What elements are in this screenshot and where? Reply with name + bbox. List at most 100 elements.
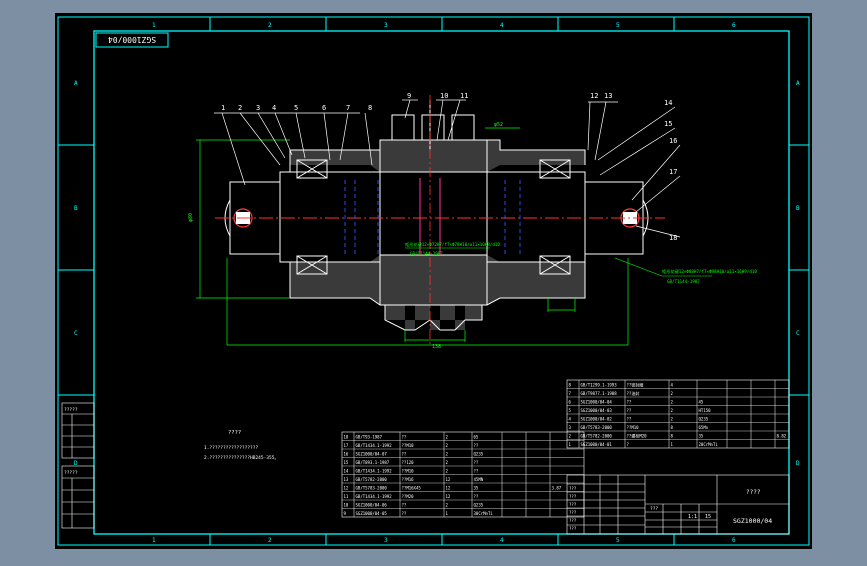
part-callout: 4 [272, 104, 276, 112]
cad-viewport[interactable]: 123456 123456 ABCD ABCD SGZ1000/04 φ80 1… [0, 0, 867, 562]
bom-cell-mat: Q235 [474, 503, 484, 508]
part-callout: 12 [590, 92, 598, 100]
zone-row-right-label: B [796, 205, 800, 212]
zone-col-bottom-label: 5 [616, 537, 620, 544]
zone-row-left-label: B [74, 205, 78, 212]
zone-col-top-label: 5 [616, 22, 620, 29]
part-callout: 6 [322, 104, 326, 112]
bom-cell-desc: ?? [402, 503, 407, 508]
bom-cell-code: 13 [344, 477, 349, 482]
bom-cell-name: SGZ1000/04-03 [581, 408, 613, 413]
bom-cell-mat: 45MN [474, 477, 484, 482]
zone-row-right-label: C [796, 330, 800, 337]
zone-col-top-label: 1 [152, 22, 156, 29]
bom-cell-note: 8.82 [777, 434, 787, 439]
bom-cell-code: 15 [344, 460, 349, 465]
title-block-row: ??? [569, 518, 577, 523]
title-block-weight: 15 [705, 514, 711, 520]
bom-cell-mat: 45 [699, 400, 704, 405]
part-callout: 2 [238, 104, 242, 112]
bom-cell-name: SGZ1000/04-02 [581, 417, 613, 422]
bom-cell-qty: 12 [446, 494, 451, 499]
part-callout: 10 [440, 92, 448, 100]
bom-cell-name: GB/T5783-2000 [581, 425, 613, 430]
bom-cell-note: 3.87 [552, 486, 562, 491]
left-table-lower-label: ????? [64, 470, 78, 476]
zone-col-top-label: 2 [268, 22, 272, 29]
bom-cell-code: 10 [344, 503, 349, 508]
dim-shoulder: φ52 [494, 122, 503, 128]
gear-hub-lower [380, 255, 487, 305]
part-callout: 7 [346, 104, 350, 112]
bom-cell-desc: ??M10 [402, 443, 415, 448]
bom-cell-name: SGZ1000/04-01 [581, 442, 613, 447]
bom-cell-code: 17 [344, 443, 349, 448]
bom-cell-desc: ??油封 [627, 390, 640, 396]
bom-cell-name: GB/T9877.1-1988 [581, 391, 618, 396]
bom-cell-mat: 35 [474, 486, 479, 491]
bom-cell-name: GB/T5783-2000 [356, 486, 388, 491]
part-callout: 16 [669, 137, 677, 145]
zone-col-top-label: 4 [500, 22, 504, 29]
part-callout: 1 [221, 104, 225, 112]
dim-overall-height: φ80 [188, 213, 194, 222]
bom-cell-desc: ??螺栓M20 [627, 433, 648, 439]
bom-cell-name: GB/T1434.1-1992 [356, 494, 393, 499]
title-block-row: ??? [569, 486, 577, 491]
bom-cell-desc: ??M10 [402, 469, 415, 474]
bom-cell-name: GB/T5782-2000 [581, 434, 613, 439]
title-block-title: ???? [746, 489, 761, 496]
zone-col-bottom-label: 4 [500, 537, 504, 544]
tech-req-line-2: 2.???????????????HB245-355。 [204, 455, 279, 461]
part-callout: 5 [294, 104, 298, 112]
bom-cell-mat: 20CrMnTi [699, 442, 719, 447]
part-callout: 9 [407, 92, 411, 100]
fit-note-center-1: 矩形花键12×Ф72H7/f7×Ф78H10/a11×10H9/d10 [405, 241, 500, 248]
bom-cell-code: 11 [344, 494, 349, 499]
bom-cell-qty: 12 [446, 477, 451, 482]
drawing-number-box-text: SGZ1000/04 [108, 35, 156, 44]
title-block-drawing-no: SGZ1000/04 [733, 517, 772, 525]
bom-cell-desc: ??M10 [627, 425, 640, 430]
bom-cell-name: GB/T5782-2000 [356, 477, 388, 482]
bom-cell-desc: ??M20 [402, 494, 415, 499]
title-block-row: ??? [569, 526, 577, 531]
fit-note-center-2: GB/T1144-1987 [410, 251, 443, 256]
bom-cell-name: GB/T1434.1-1992 [356, 469, 393, 474]
bom-cell-code: 16 [344, 452, 349, 457]
part-callout: 11 [460, 92, 468, 100]
bom-cell-mat: Q235 [474, 452, 484, 457]
bom-cell-mat: 65Mn [699, 425, 709, 430]
bom-cell-name: GB/T1434.1-1992 [356, 443, 393, 448]
bom-cell-desc: ?? [627, 400, 632, 405]
title-block-sheet: ??? [650, 506, 658, 512]
bom-cell-qty: 12 [446, 486, 451, 491]
bom-cell-desc: ??120 [402, 460, 415, 465]
bom-cell-desc: ?? [627, 408, 632, 413]
bom-cell-mat: ?? [474, 469, 479, 474]
bom-cell-name: GB/T93-1987 [356, 435, 383, 440]
tech-req-title: ???? [228, 430, 241, 436]
bom-cell-code: 14 [344, 469, 349, 474]
fit-note-right-1: 矩形花键12×Ф88H7/f7×Ф98H10/a11×16H9/d10 [662, 268, 757, 275]
bom-cell-mat: ?? [474, 460, 479, 465]
bom-cell-mat: HT150 [699, 408, 712, 413]
bom-cell-name: GB/T893.1-1987 [356, 460, 390, 465]
zone-col-bottom-label: 1 [152, 537, 156, 544]
bom-cell-desc: ??M16X45 [402, 486, 422, 491]
bom-cell-mat: ?? [474, 494, 479, 499]
bom-cell-desc: ?? [402, 511, 407, 516]
dim-bottom-width: 138 [432, 344, 441, 350]
bom-cell-name: SGZ1000/04-05 [356, 511, 388, 516]
zone-row-right-label: D [796, 460, 800, 467]
part-callout: 17 [669, 168, 677, 176]
bom-cell-mat: 35 [699, 434, 704, 439]
zone-col-top-label: 3 [384, 22, 388, 29]
bom-cell-desc: ??M16 [402, 477, 415, 482]
zone-col-bottom-label: 2 [268, 537, 272, 544]
zone-col-top-label: 6 [732, 22, 736, 29]
title-block-row: ??? [569, 510, 577, 515]
fit-note-right-2: GB/T1144-1987 [667, 279, 700, 284]
zone-row-left-label: C [74, 330, 78, 337]
zone-row-left-label: A [74, 80, 78, 87]
